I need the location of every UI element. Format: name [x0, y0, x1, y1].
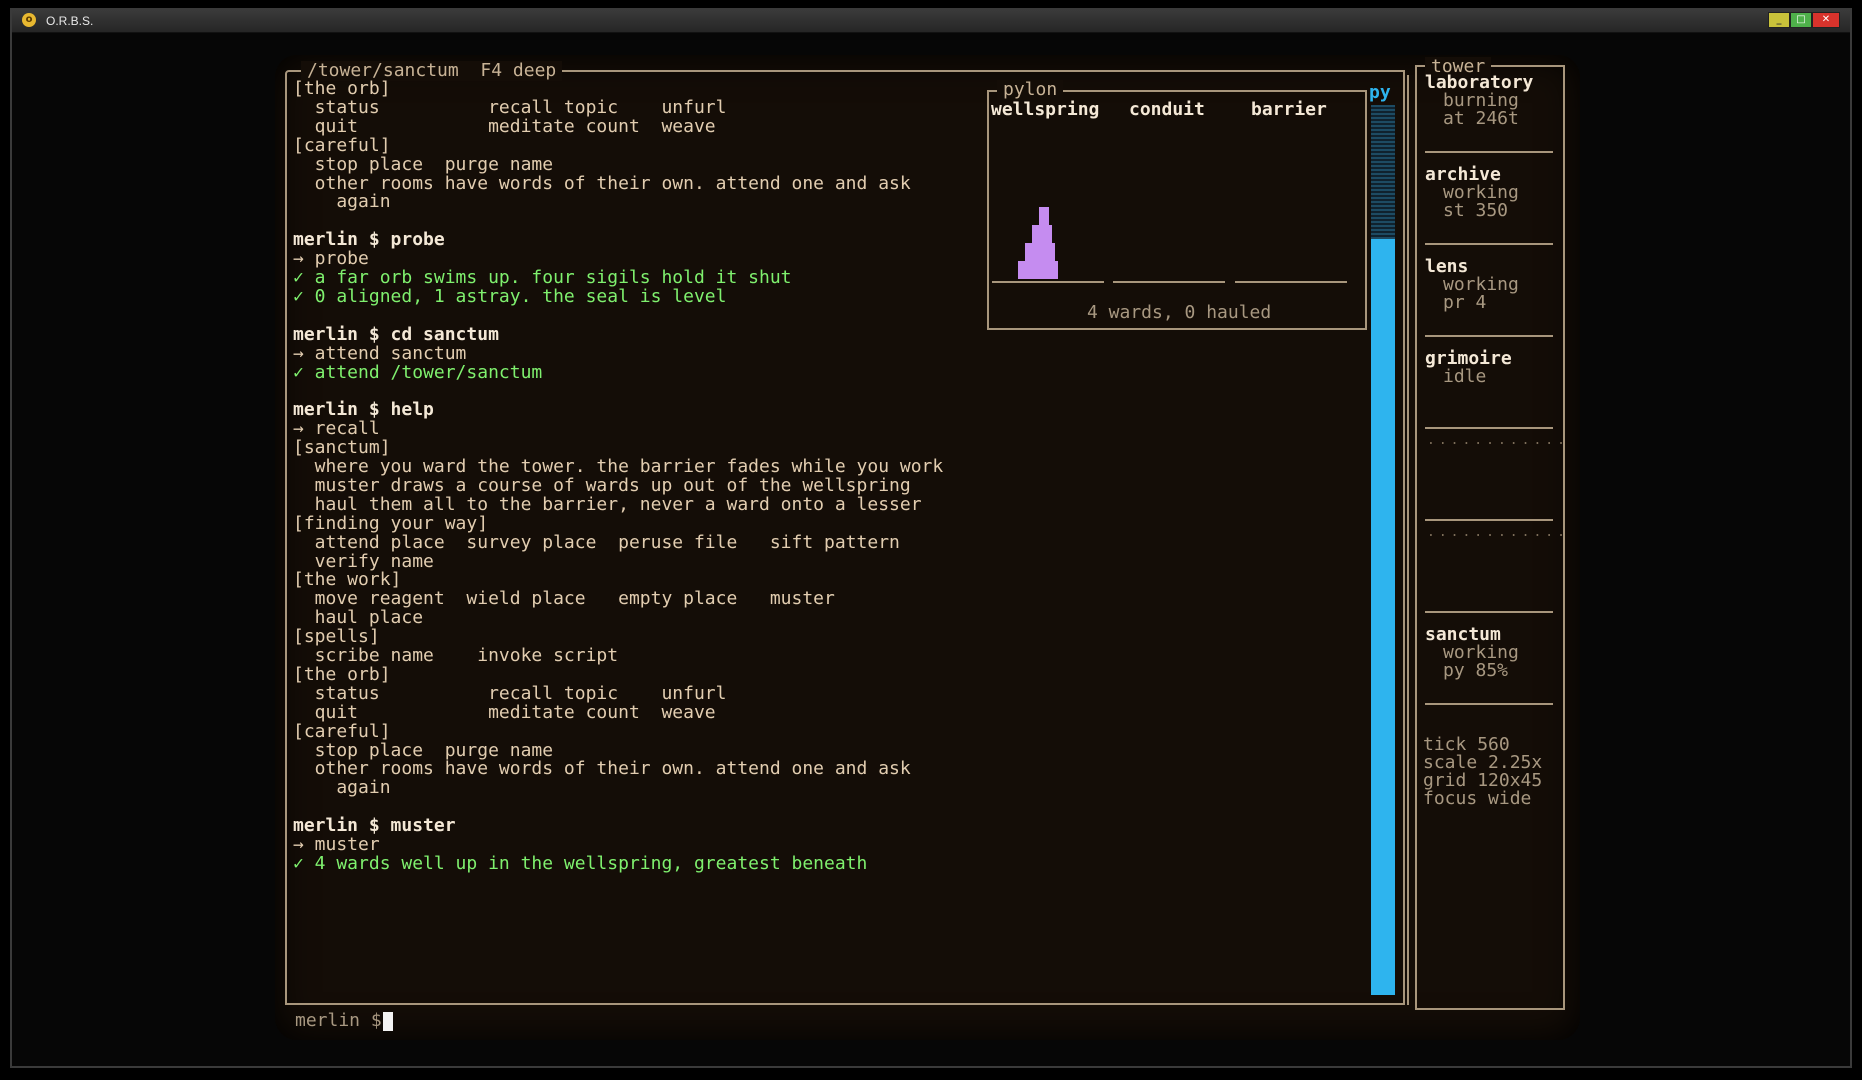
console-output-line: [careful]	[293, 134, 391, 156]
ward-block	[1032, 225, 1052, 243]
tower-stat-key: focus	[1423, 788, 1478, 809]
pylon-title: pylon	[997, 80, 1064, 100]
tower-room-divider	[1425, 243, 1553, 245]
orb-app-icon: o	[22, 13, 36, 27]
tower-room-divider	[1425, 703, 1553, 705]
console-output-line: ✓ 4 wards well up in the wellspring, gre…	[293, 852, 868, 874]
console-output-line: status recall topic unfurl	[293, 96, 727, 118]
tower-room-detail: st 350	[1443, 200, 1509, 221]
pylon-base-barrier	[1235, 281, 1347, 283]
console-output-line: ✓ attend /tower/sanctum	[293, 361, 543, 383]
console-output-line: → muster	[293, 834, 380, 855]
command-input-cursor[interactable]	[383, 1012, 393, 1031]
command-prompt: merlin $	[295, 1010, 382, 1031]
console-output-line: [finding your way]	[293, 512, 489, 534]
tower-room-divider	[1425, 151, 1553, 153]
tower-stat-row: focus wide	[1423, 789, 1548, 809]
maximize-button[interactable]: □	[1790, 12, 1812, 28]
tower-room-divider	[1425, 427, 1553, 429]
tower-room-detail: py 85%	[1443, 660, 1509, 681]
console-output-line: attend place survey place peruse file si…	[293, 531, 900, 553]
terminal-screen: /tower/sanctum F4 deep [the orb] status …	[275, 55, 1580, 1040]
tower-room-detail: pr 4	[1443, 292, 1487, 313]
gauge-track	[1371, 105, 1395, 995]
ward-block	[1018, 261, 1058, 279]
console-output-line: ✓ 0 aligned, 1 astray. the seal is level	[293, 285, 727, 307]
tower-room-divider	[1425, 335, 1553, 337]
console-output-line: status recall topic unfurl	[293, 682, 727, 704]
title-bar[interactable]: o O.R.B.S. _ □ ✕	[12, 10, 1850, 33]
console-output-line: [the orb]	[293, 78, 391, 99]
pylon-base-wellspring	[992, 281, 1104, 283]
console-output-line: stop place purge name	[293, 153, 554, 175]
console-output-line: muster draws a course of wards up out of…	[293, 474, 911, 496]
console-output-line: haul them all to the barrier, never a wa…	[293, 493, 922, 515]
empty-room-slot: ............	[1427, 525, 1569, 540]
gauge-label: py	[1369, 82, 1391, 103]
minimize-button[interactable]: _	[1768, 12, 1790, 28]
tower-room-divider	[1425, 519, 1553, 521]
tower-room-state: idle	[1443, 366, 1487, 387]
ward-block	[1039, 207, 1049, 225]
console-output-line: [the orb]	[293, 663, 391, 685]
pylon-summary: 4 wards, 0 hauled	[1087, 302, 1272, 323]
console-output-line: [careful]	[293, 720, 391, 742]
console-output-line: → attend sanctum	[293, 342, 467, 364]
tower-room-detail: at 246t	[1443, 108, 1519, 129]
console-output-line: scribe name invoke script	[293, 645, 619, 666]
console-output-line: quit meditate count weave	[293, 701, 716, 723]
pylon-column-conduit: conduit	[1129, 99, 1205, 120]
gauge-fill	[1371, 238, 1395, 995]
console-output-line: ✓ a far orb swims up. four sigils hold i…	[293, 267, 792, 288]
pylon-column-barrier: barrier	[1251, 99, 1327, 120]
tower-room-divider	[1425, 611, 1553, 613]
tower-stat-value: wide	[1488, 788, 1532, 809]
console-output-line: again	[293, 191, 391, 213]
close-button[interactable]: ✕	[1812, 12, 1840, 28]
window-title: O.R.B.S.	[46, 14, 94, 28]
empty-room-slot: ............	[1427, 433, 1569, 448]
console-output-line: where you ward the tower. the barrier fa…	[293, 456, 944, 477]
pylon-base-conduit	[1113, 281, 1225, 283]
pylon-column-wellspring: wellspring	[991, 99, 1100, 120]
console-command-line: merlin $ cd sanctum	[293, 323, 499, 345]
console-output-line: again	[293, 777, 391, 799]
ward-block	[1025, 243, 1055, 261]
console-output-line: quit meditate count weave	[293, 115, 716, 137]
